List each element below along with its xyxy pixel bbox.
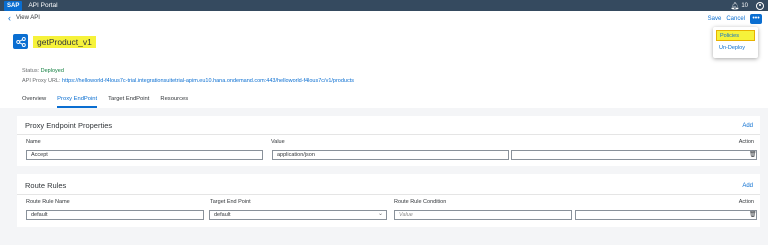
- proxy-url-line: API Proxy URL: https://helloworld-f4lous…: [22, 78, 354, 84]
- api-name-title: getProduct_v1: [33, 36, 96, 48]
- column-header-action: Action: [738, 139, 754, 145]
- more-actions-button[interactable]: •••: [750, 14, 762, 24]
- chevron-down-icon: ⌄: [377, 211, 383, 217]
- user-avatar-icon[interactable]: [756, 1, 764, 10]
- proxy-url-link[interactable]: https://helloworld-f4lous7c-trial.integr…: [62, 78, 354, 84]
- tab-overview[interactable]: Overview: [22, 91, 46, 108]
- menu-item-un-deploy[interactable]: Un-Deploy: [716, 43, 755, 54]
- proxy-endpoint-properties-section: Proxy Endpoint Properties Add Name Value…: [17, 116, 760, 166]
- share-nodes-icon: [13, 34, 28, 49]
- section-divider: [17, 194, 760, 195]
- bell-icon: 🔔︎: [730, 2, 740, 10]
- nav-row: ‹ View API: [8, 14, 40, 23]
- column-header-name: Name: [26, 139, 41, 145]
- app-title: API Portal: [28, 2, 58, 9]
- proxy-url-label: API Proxy URL:: [22, 78, 61, 84]
- notification-count: 10: [741, 2, 748, 9]
- menu-item-policies[interactable]: Policies: [716, 30, 755, 41]
- tab-bar: Overview Proxy EndPoint Target EndPoint …: [0, 91, 768, 108]
- shell-actions: 🔔︎ 10: [730, 1, 764, 10]
- column-header-target-end-point: Target End Point: [210, 199, 251, 205]
- sap-logo[interactable]: SAP: [4, 0, 23, 11]
- tab-target-endpoint[interactable]: Target EndPoint: [108, 91, 149, 108]
- add-route-rule-button[interactable]: Add: [742, 183, 753, 189]
- add-property-button[interactable]: Add: [742, 123, 753, 129]
- status-line: Status: Deployed: [22, 68, 64, 74]
- target-end-point-select[interactable]: default ⌄: [209, 210, 387, 220]
- tab-proxy-endpoint[interactable]: Proxy EndPoint: [57, 91, 97, 108]
- property-value-input[interactable]: application/json: [272, 150, 509, 160]
- route-rules-section: Route Rules Add Route Rule Name Target E…: [17, 174, 760, 227]
- notifications-button[interactable]: 🔔︎ 10: [730, 2, 748, 10]
- cancel-button[interactable]: Cancel: [726, 16, 745, 22]
- column-header-value: Value: [271, 139, 285, 145]
- breadcrumb: View API: [16, 15, 40, 21]
- trash-icon[interactable]: 🗑︎: [749, 151, 757, 158]
- column-header-route-rule-condition: Route Rule Condition: [394, 199, 447, 205]
- column-header-action: Action: [738, 199, 754, 205]
- status-label: Status:: [22, 68, 40, 74]
- section-divider: [17, 134, 760, 135]
- section-title: Proxy Endpoint Properties: [25, 121, 113, 130]
- property-name-input[interactable]: Accept: [26, 150, 263, 160]
- route-rule-name-input[interactable]: default: [26, 210, 204, 220]
- target-end-point-value: default: [214, 212, 231, 218]
- trash-icon[interactable]: 🗑︎: [749, 211, 757, 218]
- route-action-cell: [575, 210, 757, 220]
- object-header: ‹ View API Save Cancel ••• getProduct_v1…: [0, 11, 768, 91]
- section-title: Route Rules: [25, 181, 67, 190]
- header-actions: Save Cancel •••: [708, 14, 762, 24]
- status-value: Deployed: [40, 68, 64, 74]
- property-action-cell: [511, 150, 757, 160]
- tab-resources[interactable]: Resources: [160, 91, 188, 108]
- column-header-route-rule-name: Route Rule Name: [26, 199, 70, 205]
- save-button[interactable]: Save: [708, 16, 722, 22]
- shell-bar: SAP API Portal 🔔︎ 10: [0, 0, 768, 11]
- route-rule-condition-input[interactable]: Value: [394, 210, 572, 220]
- more-actions-menu: Policies Un-Deploy: [713, 27, 758, 58]
- back-icon[interactable]: ‹: [8, 14, 11, 23]
